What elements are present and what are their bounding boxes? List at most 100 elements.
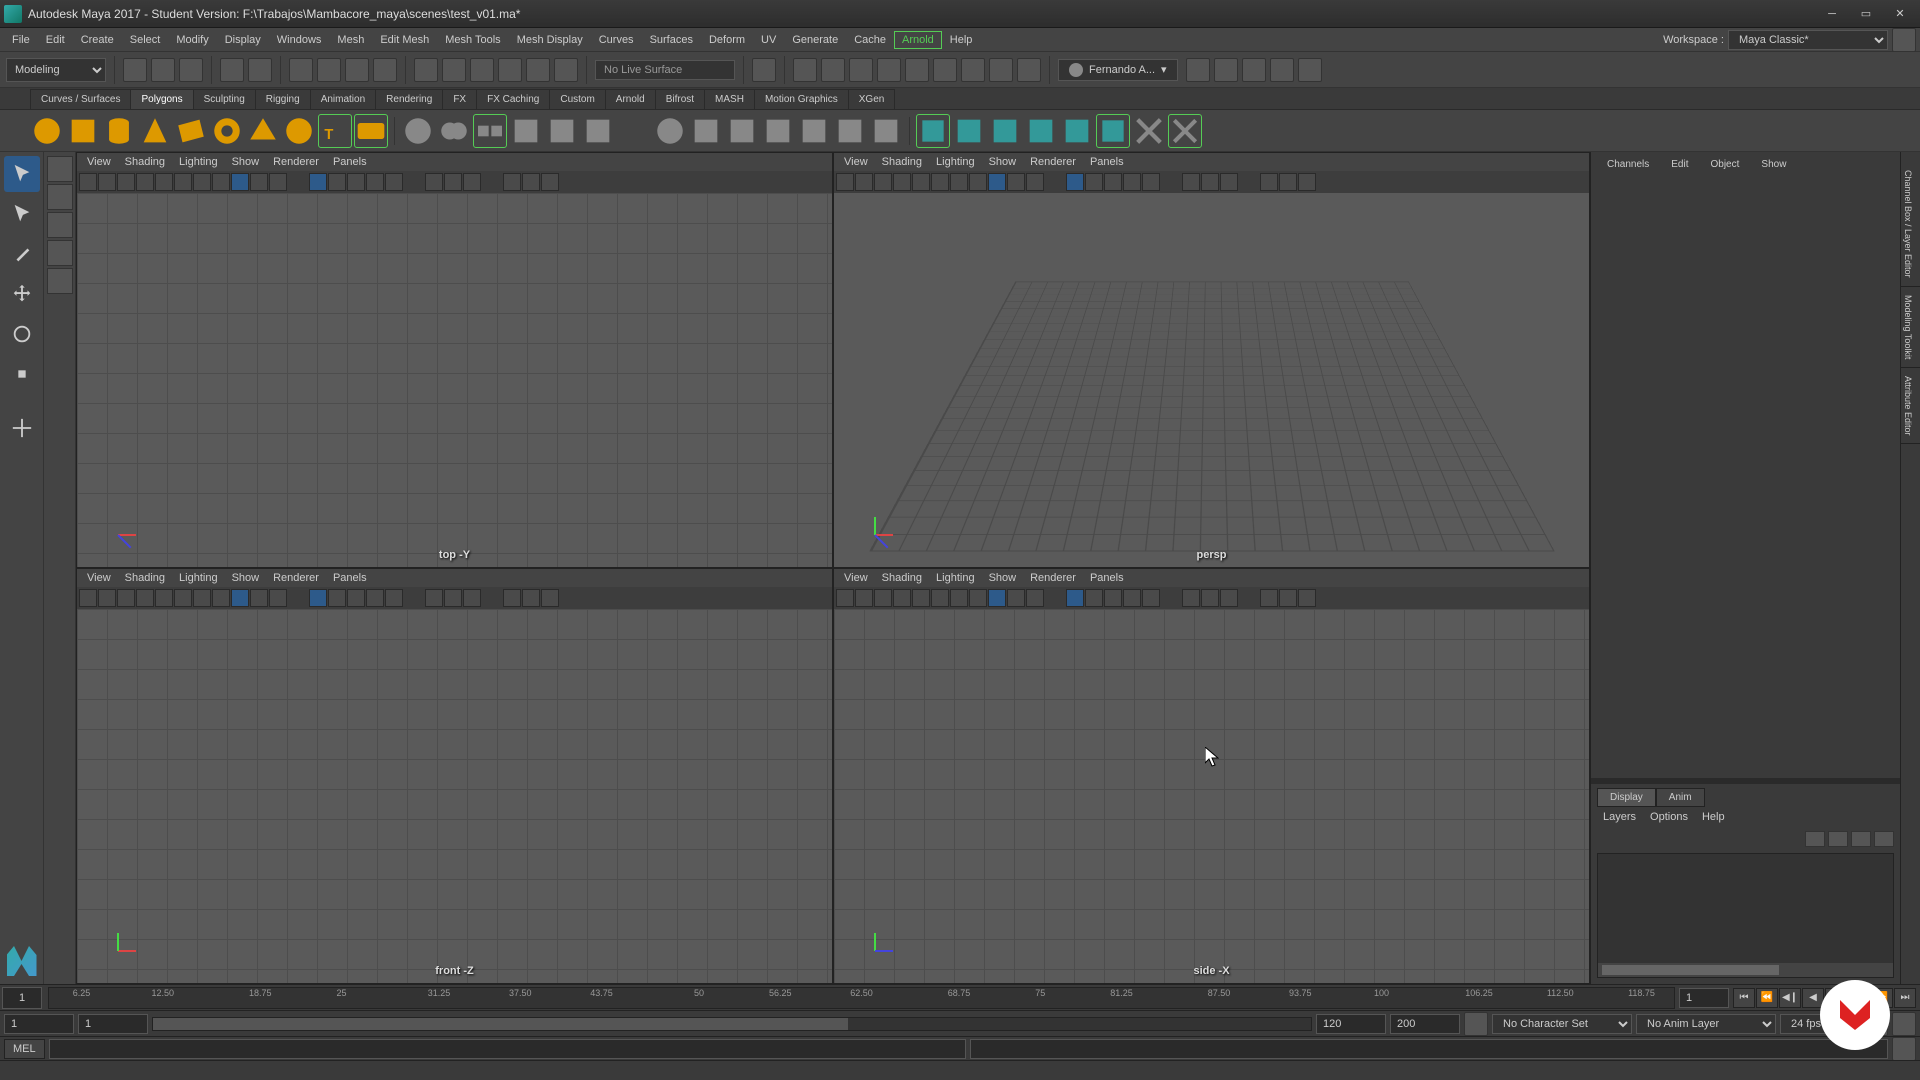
select-tool[interactable] bbox=[4, 156, 40, 192]
vp-gamma-icon[interactable] bbox=[1279, 589, 1297, 607]
render-frame-icon[interactable] bbox=[793, 58, 817, 82]
vp-textured-icon[interactable] bbox=[1104, 173, 1122, 191]
poly-cylinder-icon[interactable] bbox=[102, 114, 136, 148]
poly-type-icon[interactable]: T bbox=[318, 114, 352, 148]
layer-scrollbar[interactable] bbox=[1598, 963, 1893, 977]
vp-menu-view[interactable]: View bbox=[81, 154, 117, 170]
poly-collapse-icon[interactable] bbox=[1132, 114, 1166, 148]
viewport-top-canvas[interactable]: top -Y bbox=[77, 193, 832, 567]
vp-select-cam-icon[interactable] bbox=[836, 173, 854, 191]
vp-xray-icon[interactable] bbox=[444, 173, 462, 191]
vp-image-plane-icon[interactable] bbox=[893, 589, 911, 607]
menu-generate[interactable]: Generate bbox=[784, 31, 846, 49]
vp-film-gate-icon[interactable] bbox=[212, 173, 230, 191]
shelf-tab-animation[interactable]: Animation bbox=[310, 89, 376, 109]
vp-aa-icon[interactable] bbox=[541, 173, 559, 191]
vp-gamma-icon[interactable] bbox=[522, 173, 540, 191]
poly-bridge-icon[interactable] bbox=[545, 114, 579, 148]
poly-quaddraw-icon[interactable] bbox=[833, 114, 867, 148]
maximize-button[interactable]: ▭ bbox=[1850, 4, 1882, 24]
panel-modeling-toolkit-icon[interactable] bbox=[1186, 58, 1210, 82]
vp-menu-shading[interactable]: Shading bbox=[119, 570, 171, 586]
menu-surfaces[interactable]: Surfaces bbox=[642, 31, 701, 49]
menu-select[interactable]: Select bbox=[122, 31, 169, 49]
snap-grid-icon[interactable] bbox=[414, 58, 438, 82]
viewport-front-canvas[interactable]: front -Z bbox=[77, 609, 832, 983]
vp-xray-joints-icon[interactable] bbox=[1220, 173, 1238, 191]
shelf-tab-curves[interactable]: Curves / Surfaces bbox=[30, 89, 131, 109]
select-hierarchy-icon[interactable] bbox=[289, 58, 313, 82]
vp-menu-renderer[interactable]: Renderer bbox=[1024, 570, 1082, 586]
bool-union-icon[interactable] bbox=[916, 114, 950, 148]
layer-move-down-icon[interactable] bbox=[1828, 831, 1848, 847]
vp-menu-lighting[interactable]: Lighting bbox=[930, 570, 981, 586]
vp-menu-show[interactable]: Show bbox=[226, 154, 266, 170]
vp-gate-mask-icon[interactable] bbox=[988, 173, 1006, 191]
snap-plane-icon[interactable] bbox=[498, 58, 522, 82]
vp-expose-icon[interactable] bbox=[503, 173, 521, 191]
vp-xray-joints-icon[interactable] bbox=[1220, 589, 1238, 607]
poly-multicut-icon[interactable] bbox=[617, 114, 651, 148]
vp-xray-icon[interactable] bbox=[1201, 173, 1219, 191]
vp-menu-panels[interactable]: Panels bbox=[1084, 570, 1130, 586]
vp-grid-icon[interactable] bbox=[950, 173, 968, 191]
new-scene-icon[interactable] bbox=[123, 58, 147, 82]
vp-menu-shading[interactable]: Shading bbox=[876, 154, 928, 170]
shelf-tab-bifrost[interactable]: Bifrost bbox=[655, 89, 705, 109]
layer-menu-help[interactable]: Help bbox=[1696, 809, 1731, 825]
vp-menu-view[interactable]: View bbox=[81, 570, 117, 586]
poly-merge-icon[interactable] bbox=[689, 114, 723, 148]
viewport-side-canvas[interactable]: side -X bbox=[834, 609, 1589, 983]
vp-grease-icon[interactable] bbox=[931, 589, 949, 607]
vp-lock-cam-icon[interactable] bbox=[855, 589, 873, 607]
character-set-select[interactable]: No Character Set bbox=[1492, 1014, 1632, 1034]
vp-xray-joints-icon[interactable] bbox=[463, 173, 481, 191]
vp-menu-shading[interactable]: Shading bbox=[876, 570, 928, 586]
vp-shaded-icon[interactable] bbox=[1085, 173, 1103, 191]
vp-menu-lighting[interactable]: Lighting bbox=[173, 570, 224, 586]
shelf-tab-arnold[interactable]: Arnold bbox=[605, 89, 656, 109]
panel-hypergraph-icon[interactable] bbox=[1214, 58, 1238, 82]
vp-film-gate-icon[interactable] bbox=[969, 589, 987, 607]
paint-select-tool[interactable] bbox=[4, 236, 40, 272]
shelf-tab-motiongraphics[interactable]: Motion Graphics bbox=[754, 89, 849, 109]
vp-field-chart-icon[interactable] bbox=[250, 173, 268, 191]
chbox-tab-show[interactable]: Show bbox=[1751, 155, 1796, 174]
layer-new-selected-icon[interactable] bbox=[1874, 831, 1894, 847]
workspace-lock-icon[interactable] bbox=[1892, 28, 1916, 52]
menu-uv[interactable]: UV bbox=[753, 31, 784, 49]
select-object-icon[interactable] bbox=[317, 58, 341, 82]
vp-menu-panels[interactable]: Panels bbox=[327, 154, 373, 170]
layer-new-empty-icon[interactable] bbox=[1851, 831, 1871, 847]
layer-list[interactable] bbox=[1597, 853, 1894, 978]
poly-sphere-icon[interactable] bbox=[30, 114, 64, 148]
side-tab-attribute-editor[interactable]: Attribute Editor bbox=[1901, 368, 1920, 445]
vp-bookmark-icon[interactable] bbox=[117, 589, 135, 607]
hypershade-icon[interactable] bbox=[905, 58, 929, 82]
range-inner-end-field[interactable] bbox=[1316, 1014, 1386, 1034]
vp-gamma-icon[interactable] bbox=[1279, 173, 1297, 191]
vp-textured-icon[interactable] bbox=[347, 173, 365, 191]
mode-select[interactable]: Modeling bbox=[6, 58, 106, 82]
vp-gate-mask-icon[interactable] bbox=[988, 589, 1006, 607]
vp-shadows-icon[interactable] bbox=[1142, 173, 1160, 191]
layer-menu-layers[interactable]: Layers bbox=[1597, 809, 1642, 825]
layer-tab-anim[interactable]: Anim bbox=[1656, 788, 1705, 807]
live-object-field[interactable]: No Live Surface bbox=[595, 60, 735, 80]
vp-shaded-icon[interactable] bbox=[1085, 589, 1103, 607]
scale-tool[interactable] bbox=[4, 356, 40, 392]
vp-safe-action-icon[interactable] bbox=[1026, 173, 1044, 191]
viewport-front[interactable]: View Shading Lighting Show Renderer Pane… bbox=[76, 568, 833, 984]
poly-smooth-icon[interactable] bbox=[725, 114, 759, 148]
vp-select-cam-icon[interactable] bbox=[836, 589, 854, 607]
layer-menu-options[interactable]: Options bbox=[1644, 809, 1694, 825]
vp-grid-icon[interactable] bbox=[193, 173, 211, 191]
vp-expose-icon[interactable] bbox=[1260, 589, 1278, 607]
chbox-tab-object[interactable]: Object bbox=[1701, 155, 1750, 174]
poly-extrude-icon[interactable] bbox=[509, 114, 543, 148]
vp-lights-icon[interactable] bbox=[366, 589, 384, 607]
poly-pipe-icon[interactable] bbox=[282, 114, 316, 148]
vp-select-cam-icon[interactable] bbox=[79, 589, 97, 607]
vp-safe-action-icon[interactable] bbox=[1026, 589, 1044, 607]
layer-tab-display[interactable]: Display bbox=[1597, 788, 1656, 807]
